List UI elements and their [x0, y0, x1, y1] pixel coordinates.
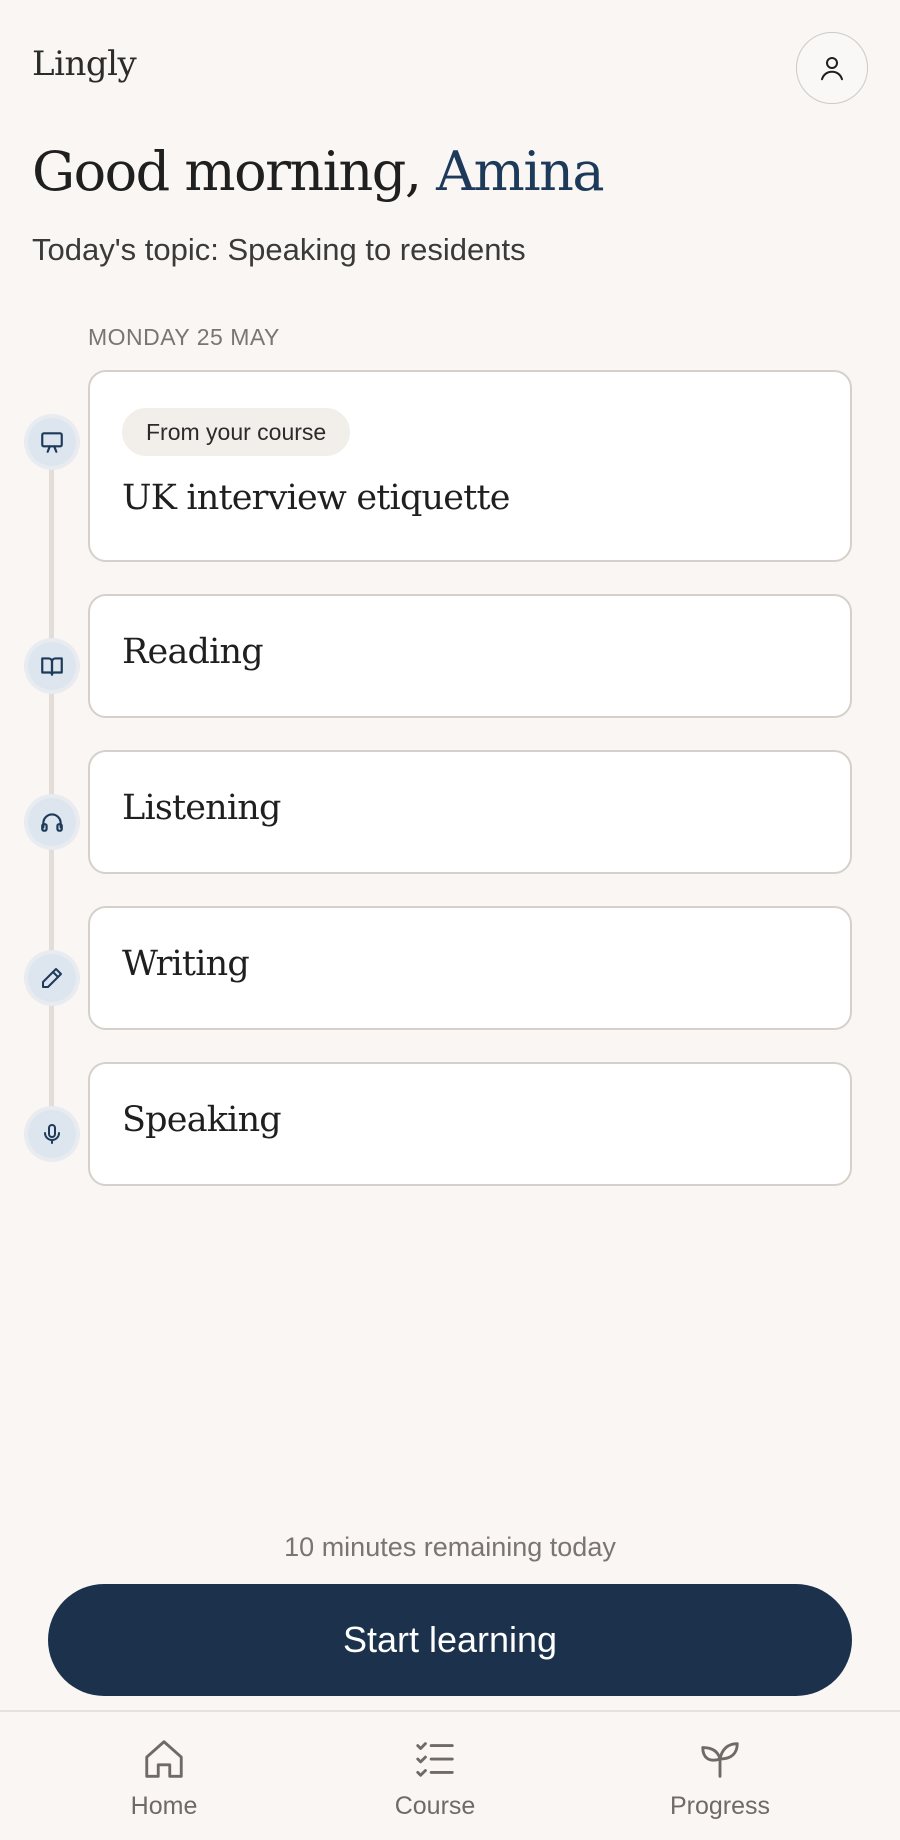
checklist-icon: [416, 1742, 454, 1777]
timeline-line: [49, 440, 54, 1130]
course-chip: From your course: [122, 408, 351, 456]
app-logo: Lingly: [32, 44, 137, 84]
nav-home-label: Home: [130, 1792, 198, 1820]
greeting-heading: Good morning, Amina: [32, 140, 605, 203]
start-learning-button[interactable]: Start learning: [48, 1584, 852, 1696]
app-header: Lingly: [32, 32, 868, 104]
activity-title: Reading: [122, 632, 264, 672]
activity-title: UK interview etiquette: [122, 478, 510, 518]
timeline-node-writing: [28, 954, 76, 1002]
activity-card-speaking[interactable]: Speaking: [88, 1062, 852, 1186]
pencil-icon: [42, 968, 62, 988]
date-label: MONDAY 25 MAY: [88, 324, 280, 350]
activity-title: Speaking: [122, 1100, 282, 1140]
activity-card-listening[interactable]: Listening: [88, 750, 852, 874]
book-icon: [41, 657, 63, 676]
nav-home[interactable]: Home: [64, 1712, 264, 1840]
activity-card-writing[interactable]: Writing: [88, 906, 852, 1030]
microphone-icon: [44, 1124, 60, 1144]
activity-title: Listening: [122, 788, 281, 828]
nav-course[interactable]: Course: [335, 1712, 535, 1840]
timeline-node-listening: [28, 798, 76, 846]
sprout-icon: [701, 1742, 739, 1778]
todays-topic: Today's topic: Speaking to residents: [32, 232, 526, 267]
nav-progress[interactable]: Progress: [620, 1712, 820, 1840]
nav-progress-label: Progress: [669, 1792, 771, 1820]
home-icon: [145, 1740, 183, 1778]
nav-course-label: Course: [394, 1792, 476, 1820]
timeline-node-speaking: [28, 1110, 76, 1158]
activity-title: Writing: [122, 944, 250, 984]
time-remaining: 10 minutes remaining today: [284, 1532, 616, 1562]
user-name: Amina: [436, 140, 604, 203]
presentation-icon: [41, 432, 63, 453]
bottom-nav: Home Course Progress: [0, 1710, 900, 1840]
headphones-icon: [41, 813, 63, 832]
timeline-node-reading: [28, 642, 76, 690]
timeline-node-course: [28, 418, 76, 466]
activity-card-reading[interactable]: Reading: [88, 594, 852, 718]
profile-button[interactable]: [796, 32, 868, 104]
user-icon: [821, 57, 843, 81]
activity-card-course[interactable]: From your course UK interview etiquette: [88, 370, 852, 562]
greeting-prefix: Good morning,: [32, 140, 437, 203]
